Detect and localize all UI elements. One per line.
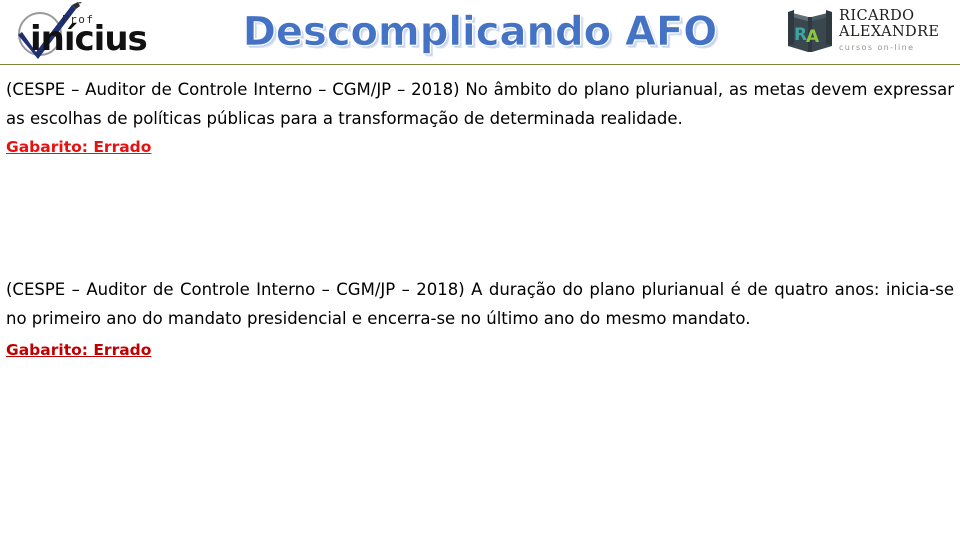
- question-text: (CESPE – Auditor de Controle Interno – C…: [6, 80, 954, 128]
- slide-header: Prof inícius Descomplicando AFO R A RICA…: [0, 0, 960, 65]
- ricardo-alexandre-logo: R A RICARDO ALEXANDRE cursos on-line: [786, 6, 956, 58]
- ricardo-alexandre-text: RICARDO ALEXANDRE cursos on-line: [839, 8, 939, 54]
- svg-text:A: A: [806, 27, 820, 47]
- brand-line-2: ALEXANDRE: [839, 24, 940, 40]
- answer-key: Gabarito: Errado: [6, 341, 152, 359]
- question-block: (CESPE – Auditor de Controle Interno – C…: [6, 275, 954, 365]
- question-text: (CESPE – Auditor de Controle Interno – C…: [6, 280, 954, 328]
- brand-tagline: cursos on-line: [839, 43, 915, 52]
- question-block: (CESPE – Auditor de Controle Interno – C…: [6, 75, 954, 162]
- open-book-icon: R A: [788, 10, 832, 52]
- answer-key: Gabarito: Errado: [6, 138, 152, 156]
- slide-body: (CESPE – Auditor de Controle Interno – C…: [0, 65, 960, 540]
- brand-line-1: RICARDO: [839, 8, 915, 24]
